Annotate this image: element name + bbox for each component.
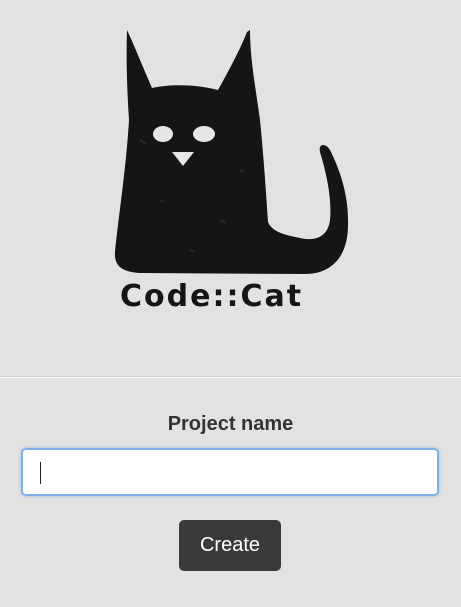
- create-button[interactable]: Create: [179, 520, 281, 571]
- cat-logo-icon: [114, 30, 349, 274]
- create-project-form: Project name Create: [0, 378, 461, 607]
- text-caret: [40, 462, 41, 484]
- logo-area: Code::Cat: [0, 0, 461, 377]
- logo-wordmark: Code::Cat: [120, 279, 304, 314]
- project-create-page: Code::Cat Project name Create: [0, 0, 461, 607]
- project-name-label: Project name: [167, 413, 294, 435]
- project-name-input[interactable]: [21, 448, 439, 496]
